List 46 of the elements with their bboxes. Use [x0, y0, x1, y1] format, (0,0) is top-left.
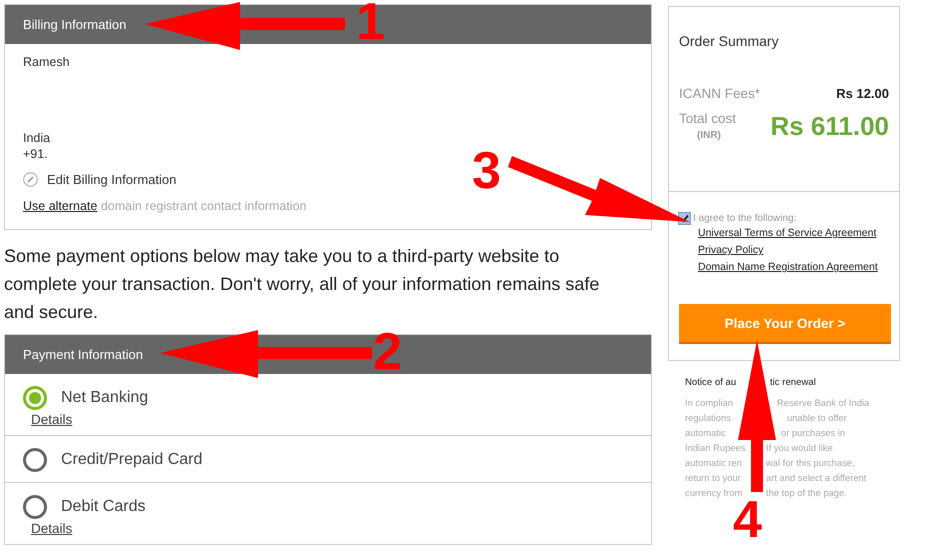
fee-label: ICANN Fees* — [679, 86, 760, 101]
renewal-text: the top of the page. — [766, 486, 847, 500]
renewal-text: regulations — [685, 412, 731, 423]
renewal-text: Reserve Bank of India — [777, 396, 870, 410]
renewal-title: Notice of au — [685, 377, 736, 388]
payment-option-label[interactable]: Debit Cards — [61, 498, 146, 516]
payment-option-label[interactable]: Credit/Prepaid Card — [61, 451, 202, 469]
renewal-text: art and select a different — [766, 471, 866, 485]
fee-value: Rs 12.00 — [836, 86, 889, 101]
renewal-text: currency from — [685, 487, 742, 498]
radio-button[interactable] — [23, 386, 47, 410]
annotation-number: 2 — [373, 324, 402, 380]
use-alternate-link[interactable]: Use alternate — [23, 199, 98, 213]
renewal-text: automatic ren — [685, 457, 742, 468]
panel-title: Billing Information — [23, 17, 126, 32]
currency-label: (INR) — [696, 130, 722, 141]
details-link[interactable]: Details — [31, 521, 72, 536]
renewal-text: or purchases in — [781, 426, 846, 440]
edit-billing-link[interactable]: Edit Billing Information — [47, 172, 176, 187]
summary-title: Order Summary — [678, 32, 780, 49]
contact-name: Ramesh — [23, 54, 71, 70]
details-link[interactable]: Details — [31, 412, 72, 427]
renewal-text: return to your — [685, 472, 741, 483]
renewal-text: unable to offer — [787, 411, 847, 425]
renewal-text: wal for this purchase, — [766, 456, 855, 470]
agree-label: I agree to the following: — [693, 213, 796, 224]
contact-country: India — [23, 130, 52, 146]
annotation-number: 3 — [472, 143, 501, 199]
payment-option-label[interactable]: Net Banking — [61, 389, 148, 407]
renewal-title: tic renewal — [770, 376, 816, 390]
annotation-number: 1 — [356, 0, 385, 50]
renewal-text: automatic — [685, 427, 726, 438]
radio-button[interactable] — [23, 495, 47, 519]
agreement-link[interactable]: Domain Name Registration Agreement — [698, 259, 889, 276]
radio-button[interactable] — [23, 448, 47, 472]
agreement-link[interactable]: Universal Terms of Service Agreement — [698, 225, 889, 242]
panel-title: Payment Information — [23, 347, 143, 362]
renewal-text: If you would like — [766, 441, 833, 455]
agreement-link[interactable]: Privacy Policy — [698, 242, 889, 259]
payment-notice: Some payment options below may take you to a third-party website to complete your transaction. Don't worry, all of your information remains safe and secure. — [4, 245, 600, 324]
total-value: Rs 611.00 — [770, 111, 889, 143]
renewal-text: In complian — [685, 397, 733, 408]
renewal-text: Indian Rupees — [685, 442, 746, 453]
total-label: Total cost — [679, 111, 736, 126]
pencil-icon[interactable] — [23, 172, 38, 187]
contact-phone: +91. — [23, 146, 49, 162]
